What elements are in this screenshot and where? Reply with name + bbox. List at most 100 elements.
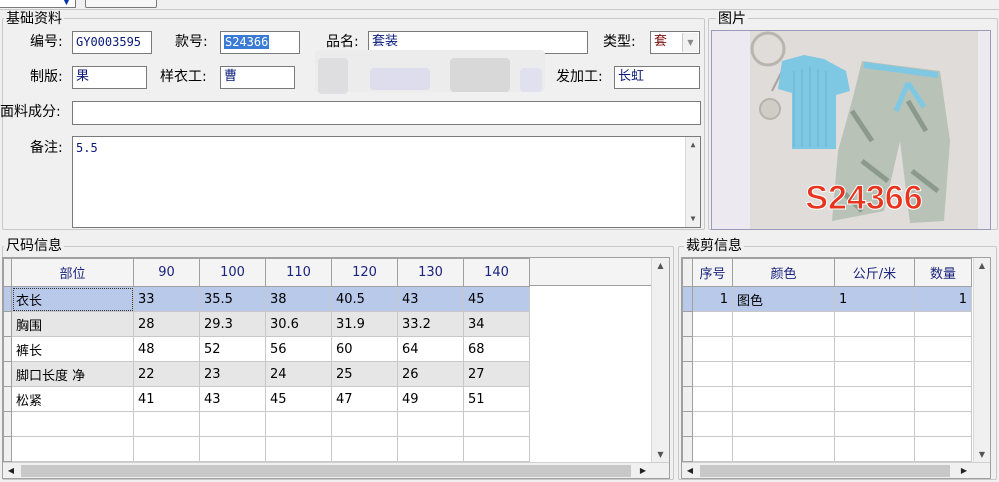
table-cell[interactable]: 衣长 xyxy=(11,286,134,312)
table-cell[interactable]: 1 xyxy=(914,286,972,312)
top-combo[interactable]: ▼ xyxy=(0,0,76,8)
table-cell[interactable] xyxy=(265,436,332,462)
cut-table[interactable]: 序号 颜色 公斤/米 数量 1 图色 1 1 xyxy=(682,258,972,462)
size-col-header[interactable]: 140 xyxy=(463,258,530,287)
triangle-down-icon[interactable]: ▼ xyxy=(974,447,990,463)
cut-col-header[interactable]: 序号 xyxy=(692,258,733,287)
size-vscroll[interactable]: ▲ ▼ xyxy=(651,258,669,463)
table-cell[interactable] xyxy=(692,436,733,462)
row-header[interactable] xyxy=(682,411,693,437)
row-header[interactable] xyxy=(682,386,693,412)
table-row[interactable] xyxy=(3,436,530,462)
table-cell[interactable]: 33 xyxy=(133,286,200,312)
table-cell[interactable] xyxy=(914,336,972,362)
table-cell[interactable]: 脚口长度 净 xyxy=(11,361,134,387)
processor-field[interactable]: 长虹 xyxy=(614,66,700,89)
triangle-up-icon[interactable]: ▲ xyxy=(652,258,669,274)
table-cell[interactable] xyxy=(463,436,530,462)
table-cell[interactable]: 胸围 xyxy=(11,311,134,337)
table-cell[interactable] xyxy=(914,411,972,437)
top-button[interactable] xyxy=(85,0,157,8)
fabric-composition-field[interactable] xyxy=(72,101,701,125)
triangle-up-icon[interactable]: ▲ xyxy=(686,137,700,153)
row-header[interactable] xyxy=(682,286,693,312)
table-cell[interactable] xyxy=(834,361,915,387)
table-cell[interactable] xyxy=(732,436,835,462)
table-row[interactable] xyxy=(682,411,972,437)
table-cell[interactable]: 27 xyxy=(463,361,530,387)
cut-vscroll[interactable]: ▲ ▼ xyxy=(973,258,990,463)
type-select[interactable]: 套 ▼ xyxy=(650,31,700,54)
table-cell[interactable]: 22 xyxy=(133,361,200,387)
table-row[interactable]: 1 图色 1 1 xyxy=(682,286,972,312)
table-cell[interactable] xyxy=(397,436,464,462)
table-cell[interactable] xyxy=(133,411,200,437)
table-cell[interactable] xyxy=(732,336,835,362)
table-cell[interactable] xyxy=(732,386,835,412)
table-cell[interactable]: 45 xyxy=(463,286,530,312)
row-header[interactable] xyxy=(3,311,12,337)
cut-grid[interactable]: 序号 颜色 公斤/米 数量 1 图色 1 1 ▲ ▼ ◀ ▶ xyxy=(681,257,991,479)
table-cell[interactable]: 49 xyxy=(397,386,464,412)
sample-worker-field[interactable]: 曹 xyxy=(220,66,295,89)
triangle-left-icon[interactable]: ◀ xyxy=(682,463,698,478)
triangle-down-icon[interactable]: ▼ xyxy=(686,211,700,227)
table-cell[interactable] xyxy=(834,336,915,362)
triangle-down-icon[interactable]: ▼ xyxy=(652,447,669,463)
triangle-left-icon[interactable]: ◀ xyxy=(3,463,19,478)
remark-textarea[interactable]: 5.5 ▲ ▼ xyxy=(72,136,701,228)
table-cell[interactable]: 43 xyxy=(397,286,464,312)
cut-col-header[interactable]: 公斤/米 xyxy=(834,258,915,287)
row-header[interactable] xyxy=(3,286,12,312)
table-cell[interactable] xyxy=(199,411,266,437)
row-header[interactable] xyxy=(682,436,693,462)
table-cell[interactable]: 33.2 xyxy=(397,311,464,337)
table-cell[interactable]: 24 xyxy=(265,361,332,387)
table-cell[interactable]: 松紧 xyxy=(11,386,134,412)
table-cell[interactable]: 裤长 xyxy=(11,336,134,362)
table-row[interactable] xyxy=(682,436,972,462)
table-cell[interactable]: 1 xyxy=(692,286,733,312)
table-cell[interactable]: 38 xyxy=(265,286,332,312)
triangle-right-icon[interactable]: ▶ xyxy=(635,463,651,478)
row-header[interactable] xyxy=(3,386,12,412)
table-cell[interactable]: 35.5 xyxy=(199,286,266,312)
table-row[interactable]: 脚口长度 净 22 23 24 25 26 27 xyxy=(3,361,530,387)
table-cell[interactable] xyxy=(732,411,835,437)
size-col-header[interactable]: 130 xyxy=(397,258,464,287)
table-cell[interactable] xyxy=(692,361,733,387)
table-cell[interactable]: 60 xyxy=(331,336,398,362)
table-cell[interactable] xyxy=(914,436,972,462)
table-cell[interactable] xyxy=(914,311,972,337)
table-row[interactable] xyxy=(682,336,972,362)
table-cell[interactable] xyxy=(834,436,915,462)
table-cell[interactable] xyxy=(331,411,398,437)
table-cell[interactable] xyxy=(914,386,972,412)
table-cell[interactable]: 29.3 xyxy=(199,311,266,337)
table-row[interactable] xyxy=(682,386,972,412)
table-cell[interactable]: 30.6 xyxy=(265,311,332,337)
table-cell[interactable] xyxy=(265,411,332,437)
table-row[interactable] xyxy=(682,361,972,387)
table-cell[interactable]: 41 xyxy=(133,386,200,412)
row-header[interactable] xyxy=(682,311,693,337)
size-col-header[interactable]: 100 xyxy=(199,258,266,287)
table-cell[interactable]: 68 xyxy=(463,336,530,362)
chevron-down-icon[interactable]: ▼ xyxy=(63,0,73,7)
size-col-header[interactable]: 110 xyxy=(265,258,332,287)
size-col-header[interactable]: 120 xyxy=(331,258,398,287)
table-cell[interactable] xyxy=(834,311,915,337)
table-cell[interactable] xyxy=(692,411,733,437)
cut-hscroll[interactable]: ◀ ▶ xyxy=(682,462,990,478)
table-cell[interactable] xyxy=(692,386,733,412)
table-cell[interactable]: 31.9 xyxy=(331,311,398,337)
table-cell[interactable] xyxy=(914,361,972,387)
table-cell[interactable] xyxy=(199,436,266,462)
table-row[interactable]: 胸围 28 29.3 30.6 31.9 33.2 34 xyxy=(3,311,530,337)
triangle-right-icon[interactable]: ▶ xyxy=(956,463,972,478)
table-cell[interactable]: 图色 xyxy=(732,286,835,312)
table-cell[interactable] xyxy=(463,411,530,437)
table-row[interactable]: 裤长 48 52 56 60 64 68 xyxy=(3,336,530,362)
chevron-down-icon[interactable]: ▼ xyxy=(682,33,698,52)
table-cell[interactable]: 47 xyxy=(331,386,398,412)
